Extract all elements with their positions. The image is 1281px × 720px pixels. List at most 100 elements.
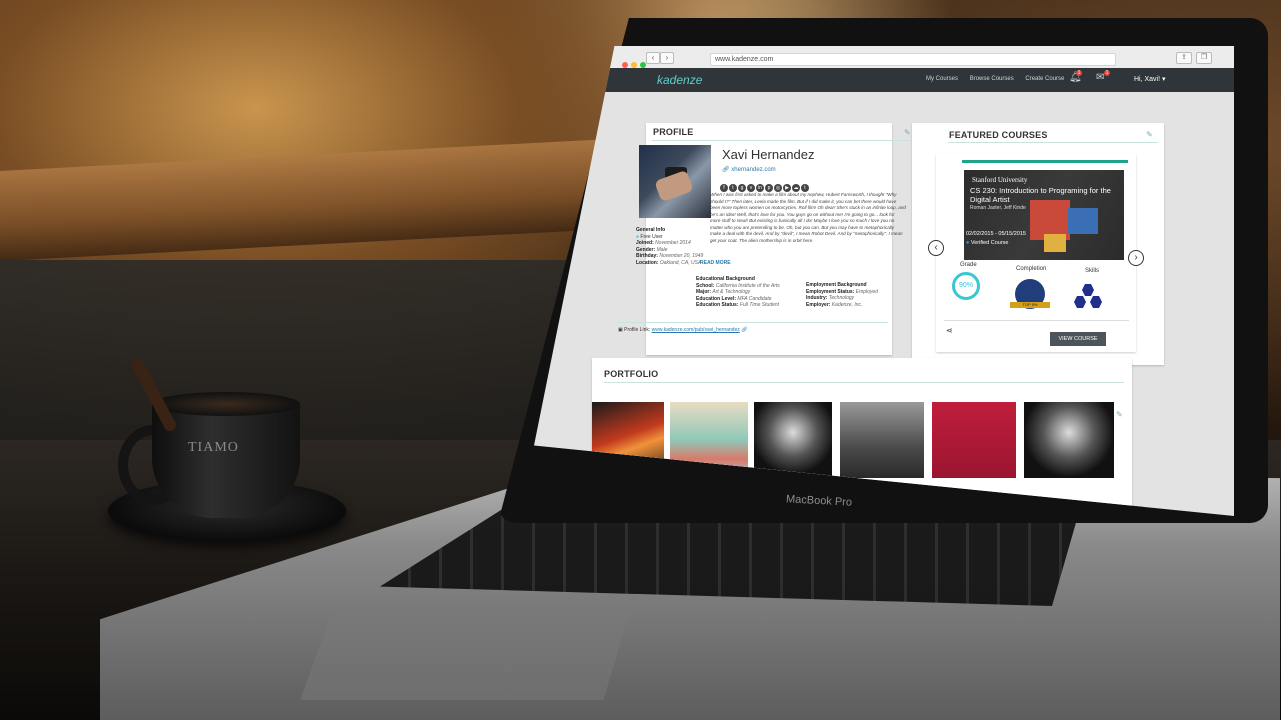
course-footer-divider xyxy=(944,320,1129,321)
pinterest-icon[interactable]: p xyxy=(765,184,773,192)
read-more-link[interactable]: READ MORE xyxy=(700,260,731,266)
portfolio-divider xyxy=(604,382,1124,383)
profile-link-divider xyxy=(618,322,888,323)
linkedin-icon[interactable]: in xyxy=(756,184,764,192)
app-navbar xyxy=(534,68,1234,92)
general-info-heading: General Info xyxy=(636,227,666,233)
profile-website-link[interactable]: 🔗︎ xhernandez.com xyxy=(722,166,776,173)
notifications-count-badge: 1 xyxy=(1076,70,1082,76)
edit-portfolio-pencil-icon[interactable]: ✎ xyxy=(1116,410,1123,419)
user-menu[interactable]: Hi, Xavi! ▾ xyxy=(1134,75,1166,83)
education-status-label: Education Status: xyxy=(696,302,739,308)
completion-label: Completion xyxy=(1016,266,1047,272)
vimeo-icon[interactable]: v xyxy=(747,184,755,192)
back-button[interactable]: ‹ xyxy=(646,52,660,64)
skills-label: Skills xyxy=(1085,268,1100,274)
employment-heading: Employment Background xyxy=(806,282,867,288)
featured-divider xyxy=(948,142,1158,143)
grade-label: Grade xyxy=(960,262,977,268)
trackpad xyxy=(300,610,630,700)
birthday-label: Birthday: xyxy=(636,253,658,259)
main-nav: My Courses Browse Courses Create Course xyxy=(926,76,1074,82)
general-info: General Info ● Free User Joined: Novembe… xyxy=(636,227,703,266)
laptop-screen: ‹ › www.kadenze.com ⇪ ❐ kadenze My Cours… xyxy=(534,46,1234,516)
nav-browse-courses[interactable]: Browse Courses xyxy=(970,76,1014,82)
tumblr-icon[interactable]: t xyxy=(801,184,809,192)
verified-check-icon: ● xyxy=(966,240,970,246)
course-title[interactable]: CS 230: Introduction to Programing for t… xyxy=(970,186,1120,204)
featured-courses-title: FEATURED COURSES xyxy=(949,130,1048,140)
tabs-overview-button[interactable]: ❐ xyxy=(1196,52,1212,64)
nav-my-courses[interactable]: My Courses xyxy=(926,76,958,82)
portfolio-title: PORTFOLIO xyxy=(604,369,659,379)
employer-label: Employer: xyxy=(806,301,831,308)
carousel-prev-button[interactable]: ‹ xyxy=(928,240,944,256)
carousel-next-button[interactable]: › xyxy=(1128,250,1144,266)
joined-label: Joined: xyxy=(636,240,654,246)
profile-link-label: Profile Link: xyxy=(624,327,651,333)
major-label: Major: xyxy=(696,289,711,295)
verified-text: Verified Course xyxy=(970,240,1009,246)
portfolio-item-poster[interactable] xyxy=(932,402,1016,478)
gender-label: Gender: xyxy=(636,246,656,253)
profile-section-title: PROFILE xyxy=(653,127,694,137)
browser-toolbar: ‹ › www.kadenze.com ⇪ ❐ xyxy=(534,46,1234,69)
user-greeting: Hi, Xavi! xyxy=(1134,76,1161,83)
employment-status-value: Employed xyxy=(855,288,878,295)
share-icon[interactable]: ⋖ xyxy=(946,326,953,335)
portfolio-item-street[interactable] xyxy=(840,402,924,478)
soundcloud-icon[interactable]: ☁ xyxy=(792,184,800,192)
industry-label: Industry: xyxy=(806,295,828,301)
profile-link-url[interactable]: www.kadenze.com/pub/xavi_hernandez xyxy=(652,327,740,333)
profile-name: Xavi Hernandez xyxy=(722,147,815,162)
education-background: Educational Background School: Californi… xyxy=(696,276,780,309)
education-level-label: Education Level: xyxy=(696,295,737,302)
birthday-value: November 20, 1949 xyxy=(659,253,704,259)
forward-button[interactable]: › xyxy=(660,52,674,64)
major-value: Art & Technology xyxy=(712,289,751,295)
account-type: Free User xyxy=(640,233,663,240)
course-university: Stanford University xyxy=(972,176,1028,184)
verified-course-badge: ● Verified Course xyxy=(966,240,1008,246)
edit-profile-pencil-icon[interactable]: ✎ xyxy=(904,128,911,137)
address-bar[interactable]: www.kadenze.com xyxy=(710,53,1116,66)
profile-card-icon: ▣ xyxy=(618,327,623,333)
cup-rim xyxy=(152,392,300,416)
portfolio-item-motorcycle-2[interactable] xyxy=(1024,402,1114,478)
view-course-button[interactable]: VIEW COURSE xyxy=(1050,332,1106,346)
location-label: Location: xyxy=(636,259,659,266)
google-plus-icon[interactable]: g xyxy=(738,184,746,192)
employer-value: Kadenze, Inc. xyxy=(831,301,863,308)
education-heading: Educational Background xyxy=(696,276,755,282)
location-value: Oakland, CA, USA xyxy=(659,259,702,266)
instagram-icon[interactable]: ◎ xyxy=(774,184,782,192)
link-icon[interactable]: 🔗︎ xyxy=(741,327,747,333)
school-value: California Institute of the Arts xyxy=(715,282,780,289)
youtube-icon[interactable]: ▶ xyxy=(783,184,791,192)
industry-value: Technology xyxy=(828,295,855,301)
portfolio-item-motorcycle[interactable] xyxy=(754,402,832,478)
course-dates: 02/02/2015 - 05/15/2015 xyxy=(966,231,1026,237)
education-status-value: Full Time Student xyxy=(739,302,780,308)
cup-brand-label: TIAMO xyxy=(188,440,239,455)
completion-badge: TOP 5% xyxy=(1010,302,1050,308)
share-page-button[interactable]: ⇪ xyxy=(1176,52,1192,64)
nav-create-course[interactable]: Create Course xyxy=(1025,76,1064,82)
school-label: School: xyxy=(696,282,715,289)
education-level-value: MFA Candidate xyxy=(737,295,772,302)
course-accent-bar xyxy=(962,160,1128,163)
joined-value: November 2014 xyxy=(655,240,691,246)
user-icon: ● xyxy=(636,233,640,240)
profile-bio: When I was first asked to make a film ab… xyxy=(710,192,906,243)
twitter-icon[interactable]: t xyxy=(729,184,737,192)
employment-status-label: Employment Status: xyxy=(806,288,855,295)
gender-value: Male xyxy=(656,246,668,253)
course-instructors: Roman Jaster, Jeff Kinde xyxy=(970,205,1026,211)
profile-link-row: ▣ Profile Link: www.kadenze.com/pub/xavi… xyxy=(618,327,748,333)
messages-count-badge: 1 xyxy=(1104,70,1110,76)
edit-featured-pencil-icon[interactable]: ✎ xyxy=(1146,130,1153,139)
profile-avatar xyxy=(639,145,711,218)
facebook-icon[interactable]: f xyxy=(720,184,728,192)
website-text: xhernandez.com xyxy=(731,167,776,173)
kadenze-logo[interactable]: kadenze xyxy=(657,73,702,87)
